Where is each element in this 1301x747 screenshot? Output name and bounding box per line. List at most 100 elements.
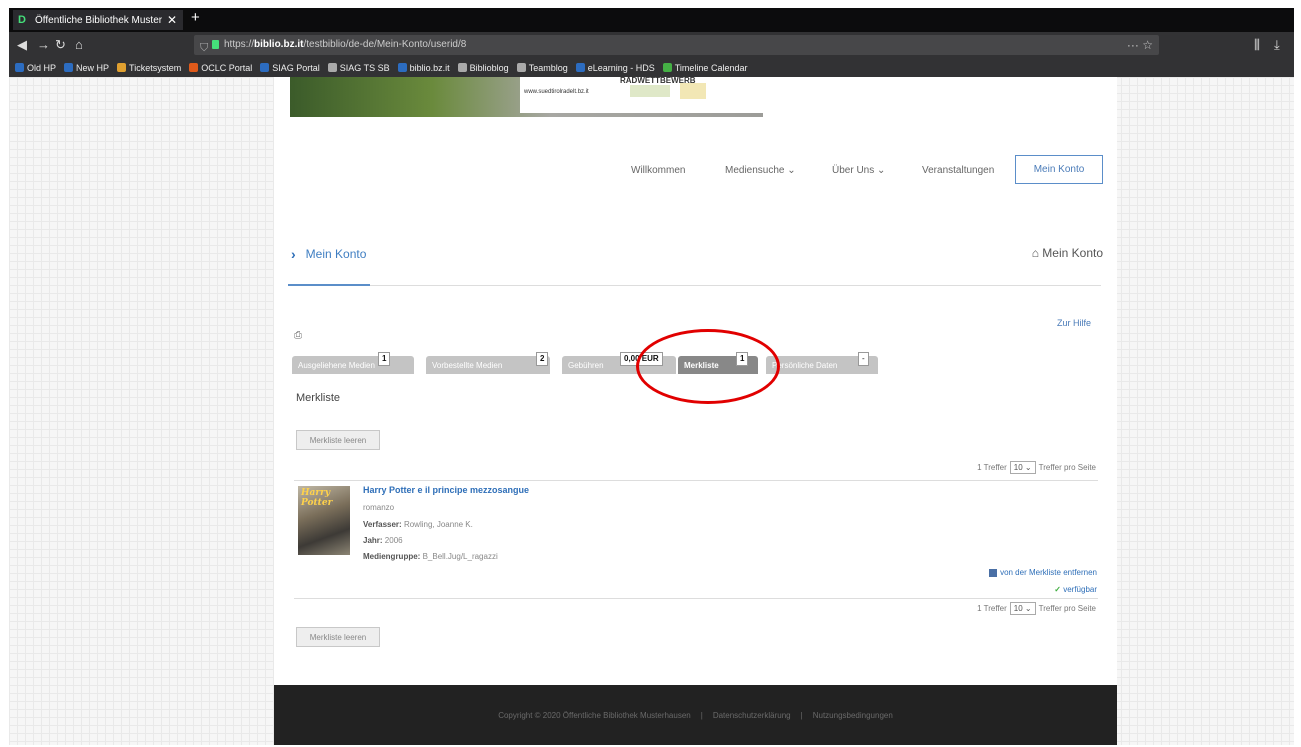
bookmark-label: eLearning - HDS bbox=[587, 62, 655, 73]
nav-veranstaltungen[interactable]: Veranstaltungen bbox=[922, 165, 994, 176]
tab-label: Vorbestellte Medien bbox=[432, 360, 503, 370]
remove-from-list-link[interactable]: von der Merkliste entfernen bbox=[989, 568, 1097, 577]
breadcrumb-underline bbox=[288, 284, 370, 286]
footer-separator: | bbox=[700, 710, 703, 720]
tab-vorbestellte-medien[interactable]: Vorbestellte Medien 2 bbox=[426, 352, 550, 374]
tab-title: Öffentliche Bibliothek Muster bbox=[35, 14, 163, 26]
footer-terms-link[interactable]: Nutzungsbedingungen bbox=[813, 711, 893, 720]
footer-copyright: Copyright © 2020 Öffentliche Bibliothek … bbox=[498, 710, 691, 720]
bookmark-item[interactable]: Biblioblog bbox=[457, 62, 509, 73]
bookmark-icon bbox=[64, 63, 74, 72]
record-author: Verfasser: Rowling, Joanne K. bbox=[363, 520, 473, 529]
pager-top: 1 Treffer 10 ⌄ Treffer pro Seite bbox=[977, 461, 1096, 474]
bookmark-label: Timeline Calendar bbox=[674, 62, 748, 73]
print-icon[interactable]: ⎙ bbox=[294, 330, 302, 341]
bookmark-label: Biblioblog bbox=[469, 62, 509, 73]
availability-label: verfügbar bbox=[1063, 585, 1097, 594]
bookmark-item[interactable]: New HP bbox=[64, 63, 109, 73]
divider bbox=[294, 598, 1098, 599]
tab-close-icon[interactable]: ✕ bbox=[167, 13, 177, 27]
cover-title: Harry Potter bbox=[301, 488, 333, 508]
tab-label: Persönliche Daten bbox=[772, 360, 838, 370]
tab-ausgeliehene-medien[interactable]: Ausgeliehene Medien 1 bbox=[292, 352, 414, 374]
browser-tab[interactable]: D Öffentliche Bibliothek Muster ✕ bbox=[13, 10, 183, 30]
clear-list-button-bottom[interactable]: Merkliste leeren bbox=[296, 627, 380, 647]
new-tab-button[interactable]: + bbox=[191, 9, 200, 26]
bookmark-label: New HP bbox=[76, 62, 110, 73]
browser-tab-bar: D Öffentliche Bibliothek Muster ✕ + bbox=[9, 8, 1294, 32]
nav-ueber-uns[interactable]: Über Uns ⌄ bbox=[832, 165, 885, 176]
nav-willkommen[interactable]: Willkommen bbox=[631, 165, 685, 176]
pager-suffix: Treffer pro Seite bbox=[1038, 463, 1096, 472]
page-actions-icon[interactable]: ··· ☆ bbox=[1127, 35, 1153, 55]
chevron-right-icon: › bbox=[291, 246, 296, 262]
bookmark-label: biblio.bz.it bbox=[409, 62, 450, 73]
availability-status: ✓ verfügbar bbox=[1054, 585, 1097, 594]
bookmark-item[interactable]: eLearning - HDS bbox=[575, 62, 655, 73]
record-group: Mediengruppe: B_Bell.Jug/L_ragazzi bbox=[363, 552, 498, 561]
list-icon bbox=[989, 568, 998, 577]
footer-separator: | bbox=[800, 710, 803, 720]
download-icon[interactable]: ⤓ bbox=[1274, 37, 1280, 53]
clear-list-button-top[interactable]: Merkliste leeren bbox=[296, 430, 380, 450]
library-icon[interactable]: ⫼ bbox=[1254, 37, 1260, 53]
footer-privacy-link[interactable]: Datenschutzerklärung bbox=[713, 711, 791, 720]
bookmark-item[interactable]: Ticketsystem bbox=[117, 63, 181, 73]
record-title[interactable]: Harry Potter e il principe mezzosangue bbox=[363, 485, 529, 495]
record-subtitle: romanzo bbox=[363, 503, 395, 512]
footer: Copyright © 2020 Öffentliche Bibliothek … bbox=[274, 685, 1117, 745]
bookmark-label: OCLC Portal bbox=[201, 62, 253, 73]
home-icon[interactable]: ⌂ bbox=[75, 37, 83, 53]
year-label: Jahr: bbox=[363, 536, 383, 545]
back-icon[interactable]: ◀ bbox=[17, 37, 27, 53]
forward-icon[interactable]: → bbox=[37, 37, 50, 53]
tab-label: Ausgeliehene Medien bbox=[298, 360, 375, 370]
reload-icon[interactable]: ↻ bbox=[55, 37, 66, 53]
book-cover[interactable]: Harry Potter bbox=[298, 486, 350, 555]
nav-mein-konto-button[interactable]: Mein Konto bbox=[1015, 155, 1103, 184]
url-path: /testbiblio/de-de/Mein-Konto/userid/8 bbox=[303, 39, 467, 50]
bookmark-item[interactable]: biblio.bz.it bbox=[397, 62, 450, 73]
url-prefix: https:// bbox=[224, 39, 255, 50]
bookmark-item[interactable]: OCLC Portal bbox=[189, 63, 252, 73]
section-title: Merkliste bbox=[296, 392, 341, 404]
bookmark-item[interactable]: Timeline Calendar bbox=[662, 62, 748, 73]
per-page-select[interactable]: 10 ⌄ bbox=[1009, 461, 1036, 474]
bookmark-icon bbox=[575, 63, 585, 72]
home-icon: ⌂ bbox=[1031, 246, 1039, 260]
record-year: Jahr: 2006 bbox=[363, 536, 403, 545]
site-favicon-icon: D bbox=[18, 14, 26, 26]
banner-logo-icon bbox=[630, 85, 670, 97]
bookmark-icon bbox=[397, 63, 407, 72]
tab-persoenliche-daten[interactable]: Persönliche Daten - bbox=[766, 352, 878, 374]
per-page-value: 10 bbox=[1013, 604, 1023, 613]
per-page-select[interactable]: 10 ⌄ bbox=[1009, 602, 1036, 615]
group-value: B_Bell.Jug/L_ragazzi bbox=[422, 552, 498, 561]
bookmark-item[interactable]: SIAG TS SB bbox=[327, 62, 390, 73]
bookmark-label: Teamblog bbox=[528, 62, 568, 73]
url-bar[interactable]: ⛉ https://biblio.bz.it/testbiblio/de-de/… bbox=[194, 35, 1159, 55]
tab-badge: 1 bbox=[378, 352, 391, 366]
breadcrumb-right[interactable]: ⌂ Mein Konto bbox=[1032, 246, 1103, 260]
breadcrumb-right-label: Mein Konto bbox=[1042, 246, 1103, 260]
bookmark-icon bbox=[260, 63, 270, 72]
pager-suffix: Treffer pro Seite bbox=[1038, 604, 1096, 613]
tab-badge: 2 bbox=[536, 352, 549, 366]
bookmarks-bar: Old HP New HP Ticketsystem OCLC Portal SIAG … bbox=[9, 58, 1294, 77]
remove-label: von der Merkliste entfernen bbox=[1000, 568, 1097, 577]
group-label: Mediengruppe: bbox=[363, 552, 421, 561]
bookmark-item[interactable]: SIAG Portal bbox=[260, 63, 320, 73]
bookmark-item[interactable]: Teamblog bbox=[516, 62, 568, 73]
bookmark-item[interactable]: Old HP bbox=[15, 63, 56, 73]
breadcrumb: › Mein Konto bbox=[291, 246, 366, 262]
divider bbox=[294, 480, 1098, 481]
pager-hits: 1 Treffer bbox=[977, 463, 1007, 472]
breadcrumb-title[interactable]: Mein Konto bbox=[306, 247, 367, 261]
nav-mediensuche[interactable]: Mediensuche ⌄ bbox=[725, 165, 796, 176]
bookmark-label: Old HP bbox=[27, 62, 57, 73]
author-label: Verfasser: bbox=[363, 520, 402, 529]
bookmark-label: Ticketsystem bbox=[129, 62, 182, 73]
bookmark-label: SIAG TS SB bbox=[339, 62, 390, 73]
year-value: 2006 bbox=[384, 536, 403, 545]
help-link[interactable]: Zur Hilfe bbox=[1057, 318, 1091, 328]
